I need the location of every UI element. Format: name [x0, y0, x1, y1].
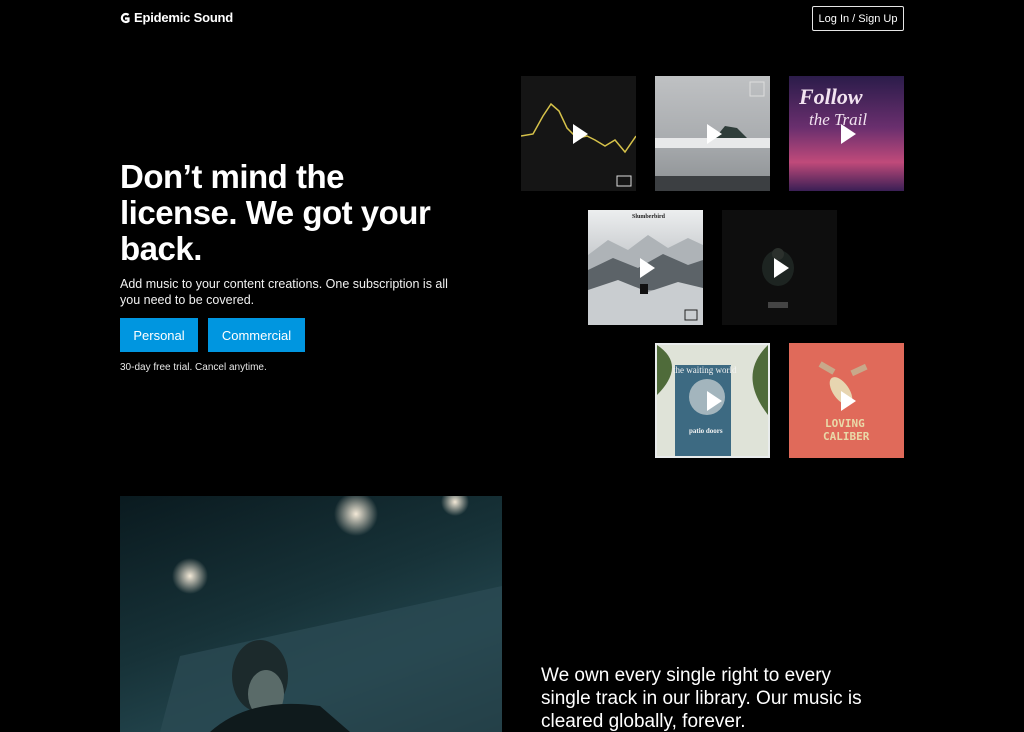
musician-photo — [120, 496, 502, 732]
epidemic-logo-icon — [120, 12, 130, 23]
album-card-7[interactable]: LOVING CALIBER — [789, 343, 904, 458]
musician-photo-art — [160, 496, 502, 732]
album-3-title: Follow — [799, 84, 863, 109]
album-card-3[interactable]: Follow the Trail — [789, 76, 904, 191]
brand-logo[interactable]: Epidemic Sound — [120, 10, 233, 25]
album-3-subtitle: the Trail — [809, 110, 868, 129]
album-card-5[interactable] — [722, 210, 837, 325]
play-icon[interactable] — [706, 123, 722, 144]
play-icon[interactable] — [773, 257, 789, 278]
commercial-button[interactable]: Commercial — [208, 318, 305, 352]
personal-button[interactable]: Personal — [120, 318, 198, 352]
play-icon[interactable] — [639, 257, 655, 278]
album-6-subtitle: patio doors — [689, 427, 723, 435]
play-icon[interactable] — [572, 123, 588, 144]
album-7-title-line2: CALIBER — [823, 430, 870, 443]
trial-note: 30-day free trial. Cancel anytime. — [120, 362, 267, 373]
play-icon[interactable] — [840, 390, 856, 411]
album-card-6[interactable]: the waiting world patio doors — [655, 343, 770, 458]
play-icon[interactable] — [840, 123, 856, 144]
album-4-title: Slumberbird — [632, 214, 666, 220]
login-signup-button[interactable]: Log In / Sign Up — [812, 6, 904, 31]
rights-statement: We own every single right to every singl… — [541, 665, 862, 732]
hero-title: Don’t mind the license. We got your back… — [120, 158, 431, 267]
album-card-1[interactable] — [521, 76, 636, 191]
album-card-2[interactable] — [655, 76, 770, 191]
album-7-title-line1: LOVING — [825, 417, 865, 430]
brand-name: Epidemic Sound — [134, 10, 234, 25]
album-6-title: the waiting world — [673, 365, 737, 375]
hero-subtitle: Add music to your content creations. One… — [120, 277, 448, 307]
album-card-4[interactable]: Slumberbird — [588, 210, 703, 325]
play-icon[interactable] — [706, 390, 722, 411]
